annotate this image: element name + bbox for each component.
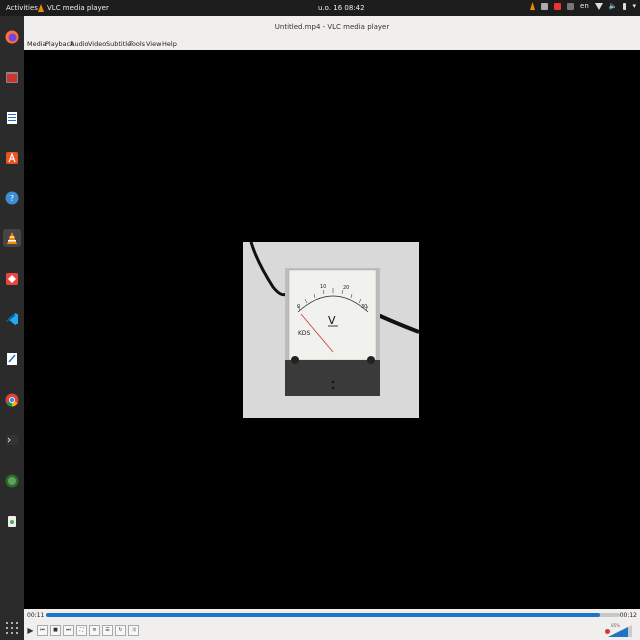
activities-button[interactable]: Activities	[6, 4, 38, 12]
meter-unit: V	[328, 314, 336, 327]
video-frame: 0 10 20 30 V KDS	[243, 242, 419, 418]
stop-icon[interactable]: ■	[50, 624, 61, 636]
app-menu[interactable]: VLC media player	[38, 4, 109, 12]
volume-slider[interactable]	[608, 625, 632, 637]
globe-icon	[5, 474, 19, 488]
seek-progress	[46, 613, 600, 617]
total-time[interactable]: 00:12	[620, 612, 637, 619]
files-icon	[6, 72, 18, 83]
playback-controls: 00:11 00:12 ▶ ⏮ ■ ⏭ ⛶ ≡ ☰ ↻ ⤨ 85%	[24, 609, 640, 640]
dock: ?	[0, 16, 24, 640]
dock-files[interactable]	[3, 68, 21, 86]
system-tray: en 🔈 ▾	[530, 2, 636, 10]
menu-media[interactable]: Media	[27, 40, 47, 48]
menu-bar: Media Playback Audio Video Subtitle Tool…	[24, 38, 640, 50]
scale-label-10: 10	[320, 284, 326, 290]
elapsed-time[interactable]: 00:11	[27, 612, 44, 619]
anydesk-icon	[6, 273, 18, 285]
dock-chrome[interactable]	[3, 391, 21, 409]
dock-app-center[interactable]	[3, 149, 21, 167]
scale-label-30: 30	[361, 304, 367, 310]
battery-icon[interactable]	[623, 2, 627, 10]
voltmeter-image: 0 10 20 30 V KDS	[243, 242, 419, 418]
dock-firefox[interactable]	[3, 28, 21, 46]
anydesk-tray-icon[interactable]	[554, 2, 562, 10]
svg-text:?: ?	[10, 194, 14, 203]
dock-vscode[interactable]	[3, 310, 21, 328]
dock-anydesk[interactable]	[3, 270, 21, 288]
menu-help[interactable]: Help	[162, 40, 177, 48]
window-title: Untitled.mp4 - VLC media player	[274, 23, 390, 31]
shuffle-icon[interactable]: ⤨	[128, 624, 139, 636]
extended-settings-icon[interactable]: ≡	[89, 624, 100, 636]
scale-label-0: 0	[297, 304, 300, 310]
chrome-icon	[5, 393, 19, 407]
menu-subtitle[interactable]: Subtitle	[106, 40, 131, 48]
previous-icon[interactable]: ⏮	[37, 624, 48, 636]
tray-app-icon-2[interactable]	[567, 2, 575, 10]
menu-view[interactable]: View	[146, 40, 161, 48]
meter-brand: KDS	[298, 330, 311, 337]
vlc-icon	[7, 232, 17, 244]
vlc-tray-icon[interactable]	[530, 2, 536, 10]
clock[interactable]: u.o. 16 08:42	[318, 4, 365, 12]
firefox-icon	[5, 30, 19, 44]
menu-tools[interactable]: Tools	[129, 40, 145, 48]
tray-app-icon[interactable]	[541, 2, 549, 10]
loop-icon[interactable]: ↻	[115, 624, 126, 636]
dock-text-editor[interactable]	[3, 350, 21, 368]
dock-help[interactable]: ?	[3, 189, 21, 207]
writer-icon	[7, 112, 17, 124]
menu-audio[interactable]: Audio	[70, 40, 88, 48]
dock-terminal[interactable]	[3, 431, 21, 449]
dock-vlc[interactable]	[3, 229, 21, 247]
dock-globe[interactable]	[3, 472, 21, 490]
menu-video[interactable]: Video	[88, 40, 106, 48]
window-title-bar[interactable]: Untitled.mp4 - VLC media player	[24, 16, 640, 39]
seek-bar[interactable]	[46, 613, 620, 617]
trash-icon	[8, 516, 16, 527]
dock-trash[interactable]	[3, 512, 21, 530]
network-icon[interactable]	[594, 2, 603, 10]
app-name-label: VLC media player	[47, 4, 109, 12]
next-icon[interactable]: ⏭	[63, 624, 74, 636]
vscode-icon	[6, 313, 18, 325]
control-buttons: ▶ ⏮ ■ ⏭ ⛶ ≡ ☰ ↻ ⤨	[26, 623, 139, 637]
text-editor-icon	[7, 353, 17, 365]
app-center-icon	[6, 152, 18, 164]
show-apps-icon[interactable]	[6, 622, 18, 634]
power-menu-icon[interactable]: ▾	[632, 2, 636, 10]
playlist-icon[interactable]: ☰	[102, 624, 113, 636]
vlc-icon	[38, 4, 44, 12]
scale-label-20: 20	[343, 285, 349, 291]
terminal-icon	[6, 435, 18, 445]
help-icon: ?	[5, 191, 19, 205]
dock-writer[interactable]	[3, 109, 21, 127]
system-top-bar: Activities VLC media player u.o. 16 08:4…	[0, 0, 640, 16]
play-icon[interactable]: ▶	[26, 626, 35, 635]
volume-icon[interactable]: 🔈	[609, 2, 618, 10]
lang-indicator[interactable]: en	[580, 2, 589, 10]
fullscreen-icon[interactable]: ⛶	[76, 624, 87, 636]
